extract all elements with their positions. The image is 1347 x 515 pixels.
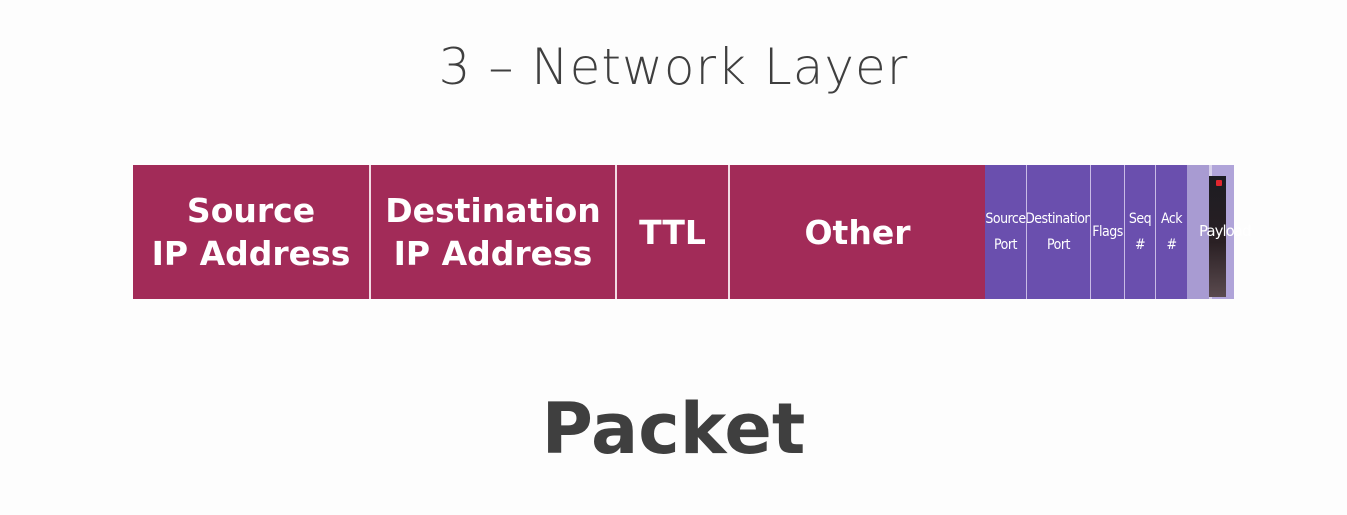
flags-label: Flags (1092, 224, 1123, 240)
slide-title: 3 – Network Layer (438, 38, 909, 96)
ack-label-line2: # (1166, 237, 1177, 253)
source-port-label-line1: Source (985, 211, 1026, 227)
ttl-field: TTL (617, 165, 730, 299)
seq-label-line1: Seq (1128, 211, 1152, 227)
source-ip-label-line2: IP Address (151, 234, 351, 273)
destination-port-label-line2: Port (1047, 237, 1070, 253)
ack-field: Ack # (1156, 165, 1187, 299)
source-port-field: Source Port (985, 165, 1027, 299)
destination-port-label-line1: Destination (1027, 211, 1091, 227)
other-field: Other (730, 165, 985, 299)
packet-caption: Packet (541, 388, 806, 470)
packet-structure-bar: Source IP Address Destination IP Address… (133, 165, 1249, 299)
destination-ip-label-line1: Destination (385, 191, 601, 230)
seq-label-line2: # (1134, 237, 1146, 253)
destination-port-field: Destination Port (1027, 165, 1091, 299)
payload-label: Payload (1199, 222, 1252, 240)
seq-field: Seq # (1125, 165, 1156, 299)
ttl-label: TTL (639, 212, 706, 252)
source-ip-field: Source IP Address (133, 165, 371, 299)
source-ip-label-line1: Source (186, 191, 316, 230)
destination-ip-label-line2: IP Address (393, 234, 593, 273)
ack-label-line1: Ack (1160, 211, 1183, 227)
record-indicator-icon (1216, 180, 1222, 186)
source-port-label-line2: Port (994, 237, 1017, 253)
flags-field: Flags (1091, 165, 1125, 299)
other-label: Other (804, 212, 911, 252)
destination-ip-field: Destination IP Address (371, 165, 617, 299)
